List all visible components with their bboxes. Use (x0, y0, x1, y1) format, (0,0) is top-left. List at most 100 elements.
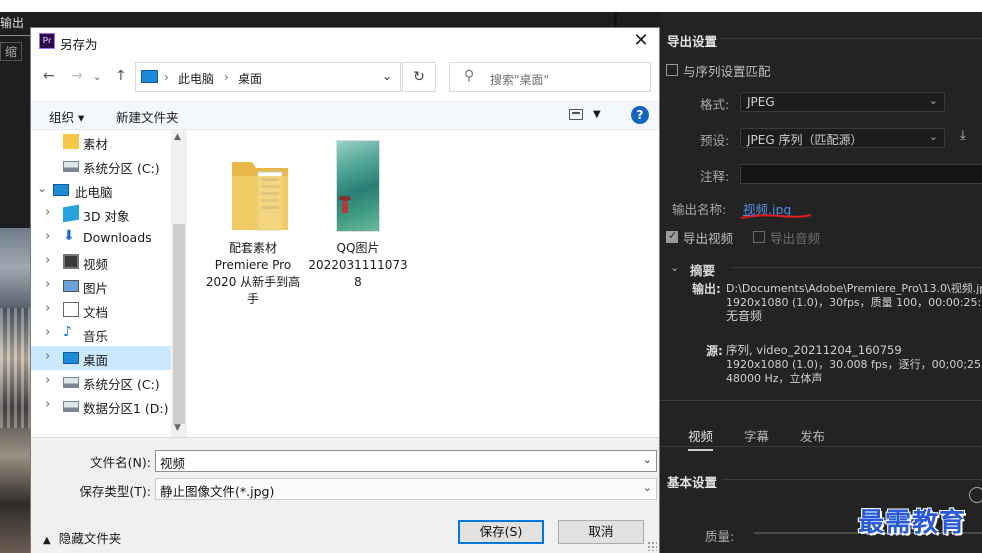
filetype-select[interactable]: 静止图像文件(*.jpg) ⌄ (155, 478, 657, 500)
tab-captions[interactable]: 字幕 (744, 426, 769, 445)
sidebar-item-2[interactable]: 系统分区 (C:) (31, 154, 171, 178)
chevron-up-icon: ▲ (43, 535, 51, 546)
documents-icon (63, 302, 79, 317)
match-sequence-label: 与序列设置匹配 (683, 64, 771, 79)
summary-collapse-icon[interactable]: ⌄ (670, 261, 679, 274)
chevron-right-icon[interactable]: › (45, 373, 50, 388)
format-dropdown[interactable]: JPEG ⌄ (740, 92, 945, 112)
comment-input[interactable] (740, 164, 982, 184)
export-audio-label: 导出音频 (770, 231, 821, 246)
output-name-label: 输出名称: (672, 202, 727, 217)
chevron-down-icon[interactable]: ⌄ (643, 453, 652, 466)
chevron-down-icon: ⌄ (642, 481, 652, 494)
export-settings-panel: 导出设置 与序列设置匹配 格式: JPEG ⌄ 预设: JPEG 序列（匹配源） ⌄… (660, 12, 982, 553)
summary-output-key: 输出: (692, 282, 721, 296)
search-icon: ⚲ (464, 68, 475, 84)
tab-publish[interactable]: 发布 (800, 426, 825, 445)
video-preview (0, 228, 32, 553)
scale-control[interactable]: 缩 (0, 42, 30, 62)
summary-rule (732, 267, 982, 268)
chevron-right-icon[interactable]: › (45, 229, 50, 244)
summary-source-line-1: 序列, video_20211204_160759 (726, 343, 902, 357)
sidebar-item-9[interactable]: › ♪ 音乐 (31, 322, 171, 346)
chevron-right-icon[interactable]: › (45, 349, 50, 364)
close-icon[interactable]: ✕ (629, 29, 653, 53)
sidebar-item-12[interactable]: › 数据分区1 (D:) (31, 394, 171, 418)
sidebar-item-label: 素材 (83, 137, 109, 152)
help-icon[interactable]: ? (631, 106, 649, 124)
file-view: 配套素材 Premiere Pro 2020 从新手到高 手 QQ图片 2022… (188, 130, 659, 437)
sidebar-item-7[interactable]: › 图片 (31, 274, 171, 298)
export-video-label: 导出视频 (683, 231, 734, 246)
dialog-title: 另存为 (60, 37, 98, 52)
sidebar-item-label: 文档 (83, 305, 109, 320)
resize-grip-icon[interactable] (647, 541, 657, 551)
pictures-icon (63, 280, 79, 292)
toggle-knob[interactable] (969, 487, 982, 503)
match-sequence-checkbox[interactable] (666, 64, 678, 76)
output-tab[interactable]: 输出 (0, 14, 30, 36)
sidebar-item-4[interactable]: › 3D 对象 (31, 202, 171, 226)
navigation-pane: 素材 系统分区 (C:) ⌄ 此电脑 › 3D 对象 › ⬇ Downloads › 视频 › 图片 › 文… (31, 130, 187, 437)
chevron-right-icon[interactable]: › (45, 277, 50, 292)
tab-video[interactable]: 视频 (688, 426, 714, 451)
sidebar-item-6[interactable]: › 视频 (31, 250, 171, 274)
chevron-down-icon[interactable]: ⌄ (37, 181, 47, 195)
filename-input[interactable]: 视频 ⌄ (155, 450, 657, 472)
sidebar-item-3[interactable]: ⌄ 此电脑 (31, 178, 171, 202)
address-bar[interactable]: › 此电脑 › 桌面 ⌄ (135, 62, 401, 92)
back-arrow-icon[interactable]: ← (43, 68, 55, 84)
save-button[interactable]: 保存(S) (458, 520, 544, 544)
search-box[interactable]: ⚲ 搜索"桌面" (449, 62, 651, 92)
file-item-image[interactable]: QQ图片 2022031111073 8 (303, 138, 413, 308)
chevron-right-icon[interactable]: › (45, 301, 50, 316)
view-options-icon[interactable] (569, 109, 583, 120)
chevron-right-icon[interactable]: › (45, 205, 50, 220)
music-icon: ♪ (63, 324, 72, 340)
view-dropdown-icon[interactable]: ▼ (593, 109, 601, 120)
format-label: 格式: (700, 97, 730, 112)
sidebar-item-11[interactable]: › 系统分区 (C:) (31, 370, 171, 394)
scrollbar-thumb[interactable] (173, 224, 185, 424)
title-rule (720, 38, 982, 39)
new-folder-button[interactable]: 新建文件夹 (116, 107, 179, 126)
basic-settings-title: 基本设置 (667, 475, 718, 490)
address-dropdown-icon[interactable]: ⌄ (382, 69, 392, 83)
organize-menu[interactable]: 组织 ▾ (49, 107, 84, 126)
downloads-icon: ⬇ (63, 228, 75, 244)
sidebar-item-label: 图片 (83, 281, 109, 296)
save-preset-icon[interactable]: ⤓ (960, 128, 976, 144)
forward-arrow-icon[interactable]: → (71, 68, 83, 84)
file-item-folder[interactable]: 配套素材 Premiere Pro 2020 从新手到高 手 (198, 138, 308, 308)
hide-folders-toggle[interactable]: ▲ 隐藏文件夹 (43, 528, 121, 547)
export-audio-checkbox[interactable] (753, 231, 765, 243)
videos-icon (63, 254, 79, 269)
breadcrumb-desktop[interactable]: 桌面 (238, 70, 262, 87)
image-thumbnail (336, 140, 380, 232)
export-video-checkbox[interactable] (666, 229, 678, 243)
sidebar-item-label: 数据分区1 (D:) (83, 401, 169, 416)
chevron-down-icon: ⌄ (928, 94, 938, 107)
premiere-app-icon: Pr (39, 33, 55, 49)
sidebar-item-8[interactable]: › 文档 (31, 298, 171, 322)
sidebar-item-1[interactable]: 素材 (31, 130, 171, 154)
filename-label: 文件名(N): (90, 455, 151, 470)
nav-scrollbar[interactable]: ▲ ▼ (171, 130, 187, 437)
dialog-titlebar[interactable]: Pr 另存为 ✕ (31, 28, 659, 56)
breadcrumb-this-pc[interactable]: 此电脑 (178, 70, 214, 87)
chevron-right-icon[interactable]: › (45, 325, 50, 340)
recent-locations-chevron-icon[interactable]: ⌄ (93, 72, 101, 83)
chevron-right-icon[interactable]: › (45, 397, 50, 412)
scroll-up-icon[interactable]: ▲ (174, 132, 181, 142)
up-arrow-icon[interactable]: ↑ (115, 68, 127, 84)
summary-source-line-3: 48000 Hz，立体声 (726, 372, 823, 385)
chevron-right-icon[interactable]: › (45, 253, 50, 268)
sidebar-item-label: 系统分区 (C:) (83, 377, 160, 392)
red-underline-annotation (740, 214, 812, 219)
scroll-down-icon[interactable]: ▼ (174, 423, 181, 433)
preset-dropdown[interactable]: JPEG 序列（匹配源） ⌄ (740, 128, 945, 148)
sidebar-item-10[interactable]: › 桌面 (31, 346, 171, 370)
cancel-button[interactable]: 取消 (558, 520, 644, 544)
refresh-icon[interactable]: ↻ (402, 62, 436, 92)
sidebar-item-5[interactable]: › ⬇ Downloads (31, 226, 171, 250)
